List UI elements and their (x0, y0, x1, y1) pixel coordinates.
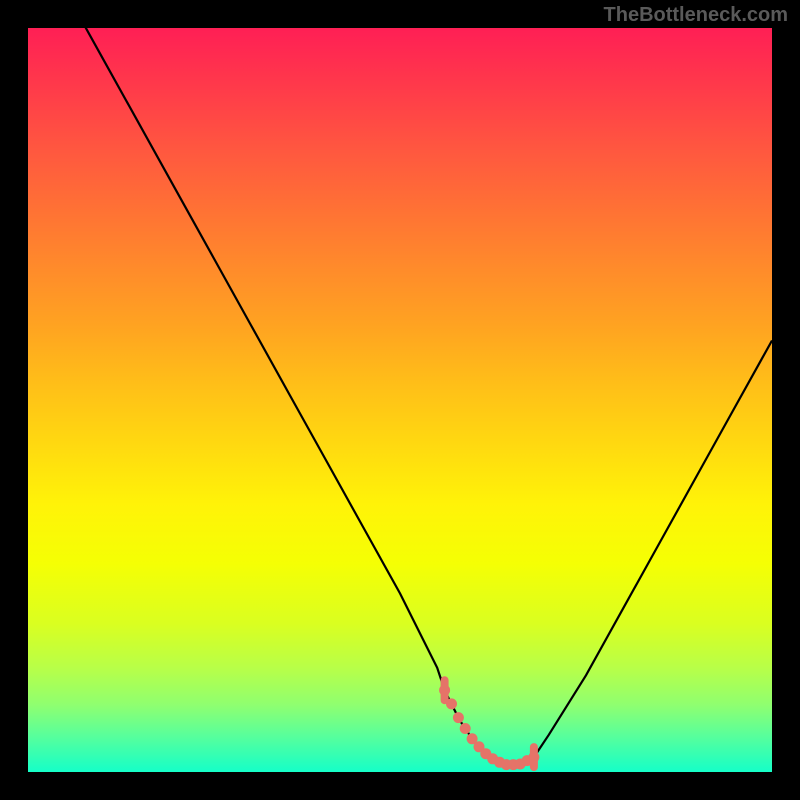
marker-end (530, 743, 538, 771)
chart-plot-area (28, 28, 772, 772)
marker-region (439, 676, 539, 771)
marker-end (441, 676, 449, 704)
chart-svg (28, 28, 772, 772)
watermark-text: TheBottleneck.com (604, 4, 788, 27)
marker-dot (453, 712, 464, 723)
marker-dot (460, 723, 471, 734)
bottleneck-curve-path (28, 28, 772, 765)
